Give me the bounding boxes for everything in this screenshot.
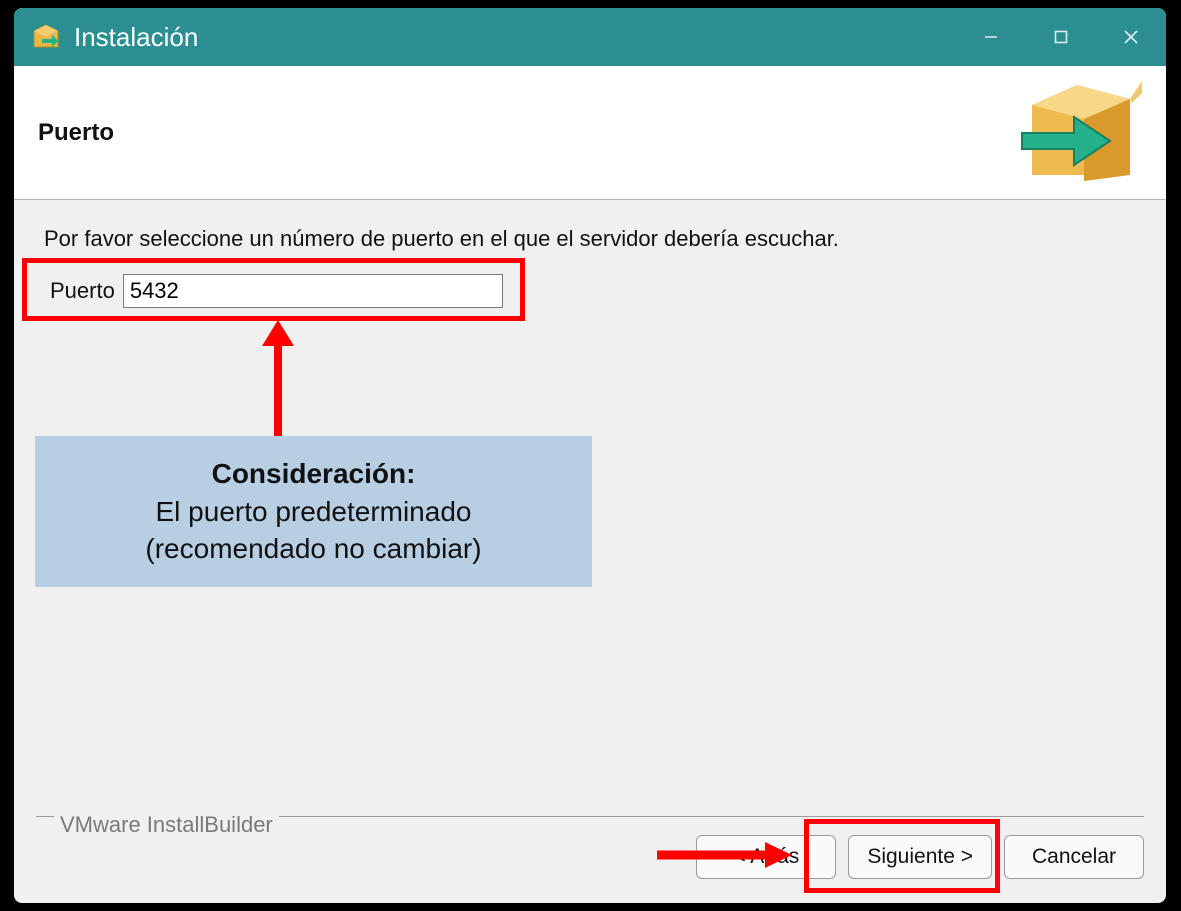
page-heading: Puerto [38,119,114,147]
next-button[interactable]: Siguiente > [848,835,992,879]
app-icon [30,21,62,53]
callout-box: Consideración: El puerto predeterminado … [35,436,592,587]
minimize-button[interactable] [956,8,1026,66]
footer-divider: VMware InstallBuilder [36,816,1144,817]
titlebar: Instalación [14,8,1166,66]
box-arrow-icon [1012,75,1142,190]
callout-line1: El puerto predeterminado [156,493,472,531]
port-row: Puerto [44,268,513,314]
back-button[interactable]: < Atrás [696,835,836,879]
port-label: Puerto [50,278,115,304]
callout-line2: (recomendado no cambiar) [145,530,481,568]
footer-brand: VMware InstallBuilder [54,812,279,838]
maximize-button[interactable] [1026,8,1096,66]
port-input[interactable] [123,274,503,308]
button-row: < Atrás Siguiente > Cancelar [36,835,1144,879]
cancel-button[interactable]: Cancelar [1004,835,1144,879]
callout-title: Consideración: [212,455,416,493]
close-button[interactable] [1096,8,1166,66]
header-panel: Puerto [14,66,1166,200]
instruction-text: Por favor seleccione un número de puerto… [44,226,1136,252]
footer: VMware InstallBuilder < Atrás Siguiente … [14,804,1166,903]
window-title: Instalación [74,22,198,53]
